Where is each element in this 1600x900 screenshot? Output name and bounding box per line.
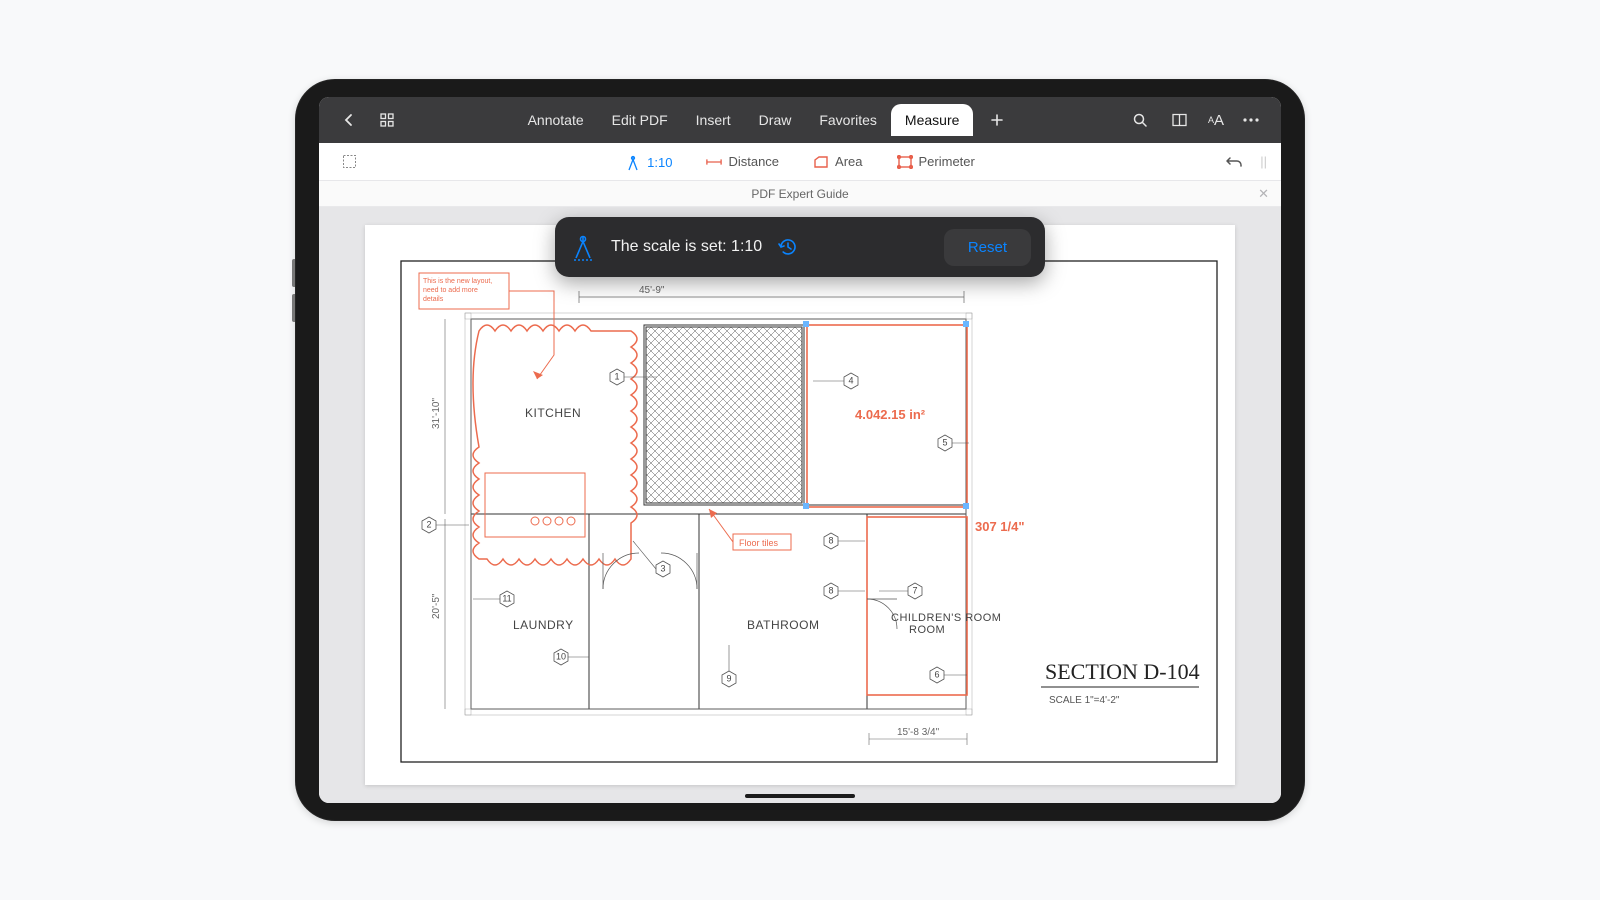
- back-button[interactable]: [333, 104, 365, 136]
- text-size-button[interactable]: AA: [1204, 104, 1227, 136]
- svg-text:4: 4: [848, 375, 853, 385]
- pdf-page: 45'-9": [365, 225, 1235, 785]
- distance-tool[interactable]: Distance: [696, 148, 789, 176]
- svg-text:8: 8: [828, 535, 833, 545]
- main-toolbar: Annotate Edit PDF Insert Draw Favorites …: [319, 97, 1281, 143]
- svg-text:5: 5: [942, 437, 947, 447]
- scale-toast: The scale is set: 1:10 Reset: [555, 217, 1045, 277]
- svg-text:307 1/4": 307 1/4": [975, 519, 1025, 534]
- svg-text:15'-8 3/4": 15'-8 3/4": [897, 727, 940, 738]
- svg-text:SCALE 1"=4'-2": SCALE 1"=4'-2": [1049, 695, 1120, 706]
- svg-text:9: 9: [726, 673, 731, 683]
- svg-text:CHILDREN'S ROOM: CHILDREN'S ROOM ROOM: [891, 612, 1005, 636]
- perimeter-tool[interactable]: Perimeter: [887, 148, 985, 176]
- tab-edit-pdf[interactable]: Edit PDF: [598, 104, 682, 136]
- svg-text:BATHROOM: BATHROOM: [747, 618, 819, 632]
- tab-annotate[interactable]: Annotate: [514, 104, 598, 136]
- home-indicator[interactable]: [745, 794, 855, 798]
- search-button[interactable]: [1124, 104, 1156, 136]
- svg-text:4.042.15 in²: 4.042.15 in²: [855, 407, 926, 422]
- dim-top: 45'-9": [579, 285, 964, 303]
- tab-insert[interactable]: Insert: [682, 104, 745, 136]
- area-label: Area: [835, 154, 862, 169]
- svg-text:KITCHEN: KITCHEN: [525, 406, 581, 420]
- ipad-frame: Annotate Edit PDF Insert Draw Favorites …: [295, 79, 1305, 821]
- svg-text:10: 10: [556, 651, 566, 661]
- selection-tool-button[interactable]: [333, 146, 365, 178]
- svg-text:45'-9": 45'-9": [639, 285, 665, 296]
- more-button[interactable]: [1235, 104, 1267, 136]
- toolbar-right: AA: [1124, 104, 1267, 136]
- add-tab-button[interactable]: [981, 104, 1013, 136]
- tab-measure[interactable]: Measure: [891, 104, 973, 136]
- perimeter-icon: [897, 154, 913, 170]
- scale-tool[interactable]: 1:10: [615, 149, 682, 183]
- area-tool[interactable]: Area: [803, 148, 872, 176]
- toolbar-tabs: Annotate Edit PDF Insert Draw Favorites …: [514, 104, 1014, 136]
- measure-toolbar: 1:10 Distance Area: [319, 143, 1281, 181]
- undo-controls: ||: [1218, 146, 1267, 178]
- tab-favorites[interactable]: Favorites: [805, 104, 891, 136]
- svg-text:31'-10": 31'-10": [431, 398, 442, 429]
- compass-icon: [569, 233, 597, 261]
- redo-divider: ||: [1260, 154, 1267, 169]
- area-icon: [813, 154, 829, 170]
- svg-text:Floor tiles: Floor tiles: [739, 538, 779, 548]
- svg-text:LAUNDRY: LAUNDRY: [513, 618, 574, 632]
- app-screen: Annotate Edit PDF Insert Draw Favorites …: [319, 97, 1281, 803]
- tab-draw[interactable]: Draw: [745, 104, 806, 136]
- distance-label: Distance: [728, 154, 779, 169]
- floorplan: 45'-9": [399, 259, 1219, 764]
- svg-text:This is the new layout,: This is the new layout, need to add more…: [423, 278, 494, 303]
- compass-icon: [625, 155, 641, 171]
- scale-value: 1:10: [647, 155, 672, 170]
- ipad-volume-up: [292, 259, 295, 287]
- bookmarks-button[interactable]: [1164, 104, 1196, 136]
- close-document-button[interactable]: ✕: [1258, 186, 1269, 202]
- perimeter-label: Perimeter: [919, 154, 975, 169]
- canvas[interactable]: 45'-9": [319, 207, 1281, 803]
- document-title: PDF Expert Guide: [751, 187, 848, 201]
- svg-text:11: 11: [502, 593, 511, 603]
- distance-icon: [706, 154, 722, 170]
- ipad-volume-down: [292, 294, 295, 322]
- svg-text:7: 7: [912, 585, 917, 595]
- svg-text:20'-5": 20'-5": [431, 593, 442, 619]
- svg-text:2: 2: [426, 519, 431, 529]
- document-titlebar: PDF Expert Guide ✕: [319, 181, 1281, 207]
- history-icon[interactable]: [776, 235, 800, 259]
- svg-text:1: 1: [614, 371, 619, 381]
- svg-text:8: 8: [828, 585, 833, 595]
- measure-tools: 1:10 Distance Area: [615, 148, 985, 176]
- svg-text:SECTION D-104: SECTION D-104: [1045, 659, 1200, 684]
- reset-button[interactable]: Reset: [944, 229, 1031, 266]
- svg-text:6: 6: [934, 669, 939, 679]
- toast-text: The scale is set: 1:10: [611, 238, 762, 256]
- undo-button[interactable]: [1218, 146, 1250, 178]
- svg-text:3: 3: [660, 563, 665, 573]
- grid-view-button[interactable]: [371, 104, 403, 136]
